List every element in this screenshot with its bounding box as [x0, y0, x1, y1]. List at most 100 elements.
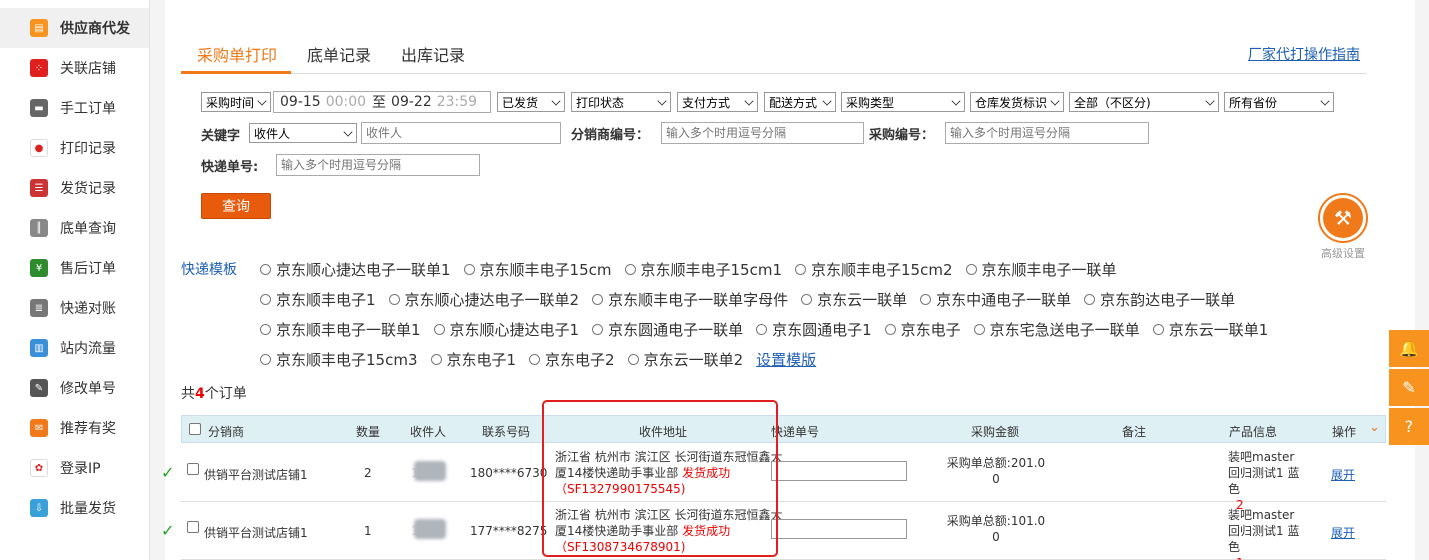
sidebar-item[interactable]: ║ 底单查询: [0, 208, 149, 248]
row-checkbox[interactable]: [187, 521, 199, 536]
phone-cell: 177****8275: [470, 524, 548, 538]
query-button[interactable]: 查询: [201, 193, 271, 219]
sidebar-item[interactable]: ▬ 手工订单: [0, 88, 149, 128]
delivery-method-select[interactable]: 配送方式: [764, 92, 836, 112]
radio-icon: [260, 264, 271, 275]
collapse-chevron-icon[interactable]: ⌄: [1369, 420, 1380, 435]
purchase-no-label: 采购编号：: [869, 128, 935, 143]
col-express: 快递单号: [771, 425, 820, 439]
sidebar-item[interactable]: ≣ 快递对账: [0, 288, 149, 328]
print-status-select[interactable]: 打印状态: [571, 92, 671, 112]
advanced-settings-button[interactable]: ⚒ 高级设置: [1317, 193, 1369, 261]
distributor-no-label: 分销商编号：: [571, 128, 650, 143]
scope-select[interactable]: 全部（不区分): [1069, 92, 1219, 112]
express-no-input[interactable]: [276, 154, 480, 176]
sidebar-item[interactable]: ¥ 售后订单: [0, 248, 149, 288]
guide-link[interactable]: 厂家代打操作指南: [1248, 44, 1360, 64]
template-option-label: 京东顺丰电子15cm3: [276, 351, 418, 369]
tab-purchase-print[interactable]: 采购单打印: [197, 42, 277, 66]
template-option[interactable]: 京东云一联单1: [1152, 319, 1268, 340]
express-number-input[interactable]: [771, 519, 907, 539]
distributor-no-input[interactable]: [661, 122, 864, 144]
keyword-input[interactable]: [361, 122, 561, 144]
product-name: 装吧master回归测试1 蓝色: [1228, 508, 1300, 554]
template-option[interactable]: 京东顺丰电子15cm3: [260, 349, 418, 370]
template-option-label: 京东顺心捷达电子一联单2: [404, 291, 580, 309]
chevron-down-icon: [343, 127, 353, 137]
template-option-label: 京东宅急送电子一联单: [989, 321, 1140, 339]
template-option-label: 京东圆通电子1: [772, 321, 872, 339]
distributor-cell: 供销平台测试店铺1: [204, 468, 308, 482]
sidebar-item[interactable]: ● 打印记录: [0, 128, 149, 168]
template-option-label: 京东云一联单: [817, 291, 908, 309]
template-option[interactable]: 京东顺丰电子15cm1: [624, 259, 782, 280]
template-setting-link[interactable]: 设置模版: [756, 351, 816, 369]
amount-sub: 0: [992, 530, 1000, 544]
template-option[interactable]: 京东电子2: [529, 349, 615, 370]
sidebar-item[interactable]: ✿ 登录IP: [0, 448, 149, 488]
template-option[interactable]: 京东宅急送电子一联单: [973, 319, 1140, 340]
template-option[interactable]: 京东顺丰电子15cm2: [795, 259, 953, 280]
expand-link[interactable]: 展开: [1331, 466, 1355, 483]
template-option[interactable]: 京东电子: [884, 319, 961, 340]
col-distributor: 分销商: [208, 425, 245, 439]
template-option[interactable]: 京东顺心捷达电子一联单2: [388, 289, 580, 310]
tab-outbound-record[interactable]: 出库记录: [401, 42, 465, 66]
row-checkbox[interactable]: [187, 463, 199, 478]
col-remark: 备注: [1122, 425, 1147, 439]
template-option[interactable]: 京东顺心捷达电子1: [433, 319, 579, 340]
distributor-cell: 供销平台测试店铺1: [204, 526, 308, 540]
sidebar-item[interactable]: ⇩ 批量发货: [0, 488, 149, 528]
template-option[interactable]: 京东云一联单2: [627, 349, 743, 370]
app: ▤ 供应商代发 ⁘ 关联店铺 ▬ 手工订单 ● 打印记录 ☰ 发货记录 ║ 底单查询 ¥ 售后订单 ≣ 快递对…: [0, 0, 1429, 560]
amount-sub: 0: [992, 472, 1000, 486]
ledger-icon: ≣: [30, 299, 48, 317]
check-mark-icon: ✓: [161, 521, 175, 540]
pay-method-select[interactable]: 支付方式: [677, 92, 758, 112]
amount-cell: 采购单总额:201.0 0: [921, 455, 1071, 487]
ship-status-select[interactable]: 已发货: [497, 92, 565, 112]
sidebar-item[interactable]: ▤ 供应商代发: [0, 8, 149, 48]
sidebar-item[interactable]: ▥ 站内流量: [0, 328, 149, 368]
template-option[interactable]: 京东圆通电子一联单: [592, 319, 743, 340]
bell-icon[interactable]: 🔔: [1389, 330, 1429, 367]
purchase-type-select[interactable]: 采购类型: [841, 92, 965, 112]
template-option[interactable]: 京东圆通电子1: [756, 319, 872, 340]
date-range-input[interactable]: 09-15 00:00 至 09-22 23:59: [273, 91, 491, 113]
radio-icon: [1152, 324, 1164, 335]
select-all-checkbox[interactable]: [189, 423, 201, 438]
keyword-type-select[interactable]: 收件人: [249, 123, 357, 143]
radio-icon: [463, 264, 475, 275]
template-option[interactable]: 京东电子1: [430, 349, 516, 370]
template-option[interactable]: 京东顺丰电子一联单1: [260, 319, 421, 340]
sidebar-item[interactable]: ✉ 推荐有奖: [0, 408, 149, 448]
template-option[interactable]: 京东韵达电子一联单: [1084, 289, 1235, 310]
template-option[interactable]: 京东云一联单: [801, 289, 907, 310]
col-receiver: 收件人: [410, 425, 447, 439]
inbox-icon: ⇩: [30, 499, 48, 517]
sidebar-item-label: 售后订单: [60, 261, 116, 277]
expand-link[interactable]: 展开: [1331, 524, 1355, 541]
active-tab-underline: [181, 71, 291, 74]
express-number-input[interactable]: [771, 461, 907, 481]
keyword-type-value: 收件人: [254, 126, 291, 141]
sidebar-item-label: 推荐有奖: [60, 421, 116, 437]
purchase-no-input[interactable]: [945, 122, 1149, 144]
col-amount: 采购金额: [971, 425, 1020, 439]
template-option[interactable]: 京东顺丰电子15cm: [463, 259, 612, 280]
province-select[interactable]: 所有省份: [1224, 92, 1334, 112]
template-option[interactable]: 京东中通电子一联单: [920, 289, 1071, 310]
help-icon[interactable]: ?: [1389, 408, 1429, 445]
template-option[interactable]: 京东顺丰电子一联单字母件: [592, 289, 788, 310]
sidebar-item[interactable]: ☰ 发货记录: [0, 168, 149, 208]
template-option[interactable]: 京东顺心捷达电子一联单1: [260, 259, 451, 280]
warehouse-flag-select[interactable]: 仓库发货标识: [970, 92, 1064, 112]
radio-icon: [920, 294, 932, 305]
time-type-select[interactable]: 采购时间: [201, 92, 271, 112]
sidebar-item[interactable]: ⁘ 关联店铺: [0, 48, 149, 88]
sidebar-item[interactable]: ✎ 修改单号: [0, 368, 149, 408]
template-option[interactable]: 京东顺丰电子1: [260, 289, 376, 310]
edit-note-icon[interactable]: ✎: [1389, 369, 1429, 406]
template-option[interactable]: 京东顺丰电子一联单: [965, 259, 1117, 280]
tab-bottom-record[interactable]: 底单记录: [307, 42, 371, 66]
